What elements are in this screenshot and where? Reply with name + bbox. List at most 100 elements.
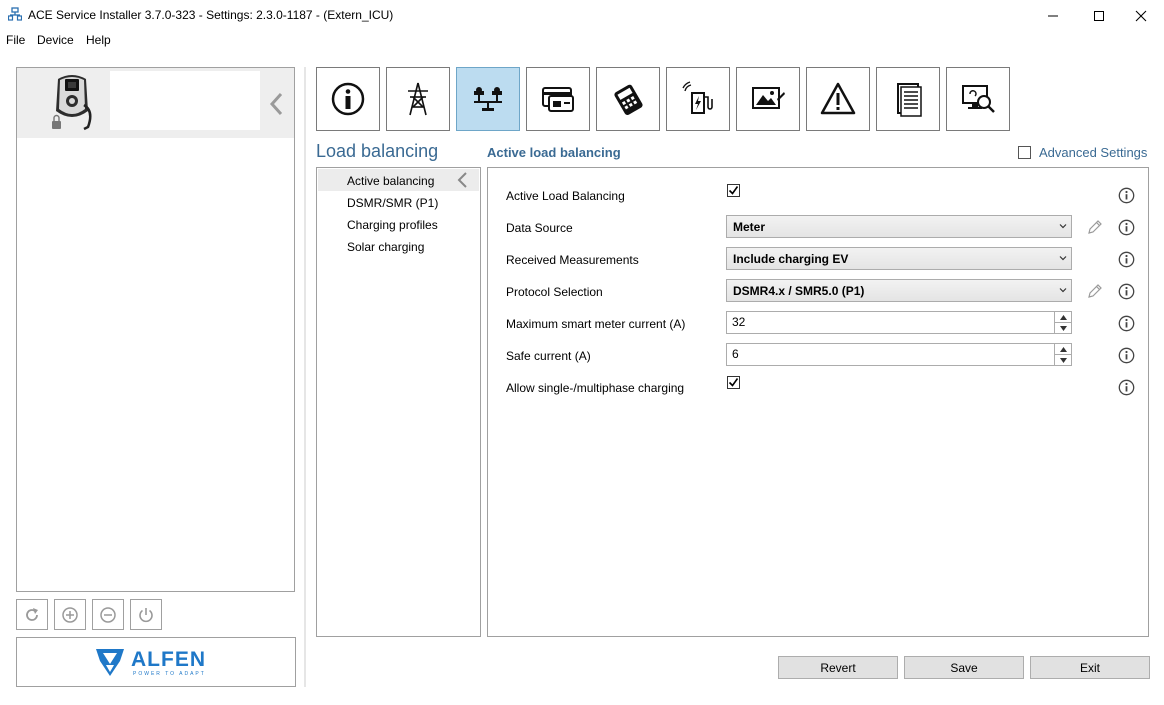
remove-device-button[interactable] xyxy=(92,599,124,630)
exit-button[interactable]: Exit xyxy=(1030,656,1150,679)
active-load-balancing-checkbox[interactable] xyxy=(727,184,740,197)
revert-button[interactable]: Revert xyxy=(778,656,898,679)
tab-documents[interactable] xyxy=(876,67,940,131)
charger-connectivity-icon xyxy=(682,81,713,114)
protocol-selection-edit-button[interactable] xyxy=(1087,283,1103,299)
data-source-info-button[interactable] xyxy=(1118,219,1135,236)
minimize-icon xyxy=(1048,15,1058,16)
received-measurements-label: Received Measurements xyxy=(506,253,639,267)
brand-logo-box: ALFEN POWER TO ADAPT xyxy=(16,637,296,687)
received-measurements-select[interactable]: Include charging EV xyxy=(726,247,1072,270)
info-icon xyxy=(1118,347,1135,364)
active-load-balancing-label: Active Load Balancing xyxy=(506,189,625,203)
collapse-panel-button[interactable] xyxy=(268,92,286,119)
stepper-up-button[interactable] xyxy=(1055,344,1071,355)
max-smart-meter-current-input[interactable]: 32 xyxy=(726,311,1072,334)
received-measurements-value: Include charging EV xyxy=(733,252,849,266)
tab-power-grid[interactable] xyxy=(386,67,450,131)
triangle-up-icon xyxy=(1059,346,1067,352)
load-balancing-icon xyxy=(474,87,502,111)
stepper-down-button[interactable] xyxy=(1055,355,1071,365)
info-icon xyxy=(1118,187,1135,204)
info-icon xyxy=(1118,379,1135,396)
nav-item-solar-charging[interactable]: Solar charging xyxy=(347,240,424,254)
plus-circle-icon xyxy=(62,606,78,623)
data-source-select[interactable]: Meter xyxy=(726,215,1072,238)
menu-device[interactable]: Device xyxy=(37,33,74,47)
max-smart-meter-current-value: 32 xyxy=(732,315,746,329)
nav-collapse-button[interactable] xyxy=(456,171,468,192)
monitor-diagnostics-icon xyxy=(962,85,995,113)
window-title: ACE Service Installer 3.7.0-323 - Settin… xyxy=(28,8,394,22)
stepper-down-button[interactable] xyxy=(1055,323,1071,333)
maximize-button[interactable] xyxy=(1076,0,1122,31)
safe-current-info-button[interactable] xyxy=(1118,347,1135,364)
display-image-icon xyxy=(752,87,785,109)
chevron-down-icon xyxy=(1059,256,1067,261)
alfen-logo-text: ALFEN xyxy=(131,648,206,671)
nav-item-charging-profiles[interactable]: Charging profiles xyxy=(347,218,438,232)
safe-current-input[interactable]: 6 xyxy=(726,343,1072,366)
max-smart-meter-current-info-button[interactable] xyxy=(1118,315,1135,332)
section-title: Active load balancing xyxy=(487,145,621,160)
protocol-selection-label: Protocol Selection xyxy=(506,285,603,299)
active-load-balancing-info-button[interactable] xyxy=(1118,187,1135,204)
advanced-settings-label[interactable]: Advanced Settings xyxy=(1039,145,1147,160)
stepper-up-button[interactable] xyxy=(1055,312,1071,323)
nav-item-active-balancing[interactable]: Active balancing xyxy=(347,174,434,188)
triangle-up-icon xyxy=(1059,314,1067,320)
close-icon xyxy=(1135,10,1147,21)
device-list-panel xyxy=(16,67,295,592)
power-icon xyxy=(139,607,153,622)
tab-load-balancing[interactable] xyxy=(456,67,520,131)
safe-current-stepper[interactable] xyxy=(1054,344,1071,365)
power-grid-icon xyxy=(408,82,428,116)
checkmark-icon xyxy=(728,186,739,195)
tab-payment[interactable] xyxy=(596,67,660,131)
chevron-down-icon xyxy=(1059,288,1067,293)
advanced-settings-checkbox[interactable] xyxy=(1018,146,1031,159)
max-smart-meter-current-stepper[interactable] xyxy=(1054,312,1071,333)
save-button[interactable]: Save xyxy=(904,656,1024,679)
protocol-selection-value: DSMR4.x / SMR5.0 (P1) xyxy=(733,284,865,298)
protocol-selection-info-button[interactable] xyxy=(1118,283,1135,300)
tab-display-image[interactable] xyxy=(736,67,800,131)
refresh-button[interactable] xyxy=(16,599,48,630)
received-measurements-info-button[interactable] xyxy=(1118,251,1135,268)
power-button[interactable] xyxy=(130,599,162,630)
tab-cards[interactable] xyxy=(526,67,590,131)
app-icon xyxy=(7,7,23,21)
document-icon xyxy=(897,83,922,117)
minus-circle-icon xyxy=(100,606,116,623)
panel-splitter[interactable] xyxy=(304,67,306,687)
info-icon xyxy=(1118,283,1135,300)
pencil-icon xyxy=(1088,220,1102,234)
info-icon xyxy=(1118,251,1135,268)
info-icon xyxy=(1118,315,1135,332)
tab-info[interactable] xyxy=(316,67,380,131)
allow-phase-charging-checkbox[interactable] xyxy=(727,376,740,389)
alfen-logo-mark xyxy=(96,649,124,676)
close-button[interactable] xyxy=(1118,0,1164,31)
minimize-button[interactable] xyxy=(1030,0,1076,31)
max-smart-meter-current-label: Maximum smart meter current (A) xyxy=(506,317,686,331)
allow-phase-charging-info-button[interactable] xyxy=(1118,379,1135,396)
menu-bar xyxy=(0,31,1164,51)
tab-diagnostics[interactable] xyxy=(946,67,1010,131)
menu-file[interactable]: File xyxy=(6,33,25,47)
data-source-edit-button[interactable] xyxy=(1087,219,1103,235)
device-name-box xyxy=(110,71,260,130)
tab-warnings[interactable] xyxy=(806,67,870,131)
safe-current-label: Safe current (A) xyxy=(506,349,591,363)
checkmark-icon xyxy=(728,378,739,387)
data-source-value: Meter xyxy=(733,220,766,234)
allow-phase-charging-label: Allow single-/multiphase charging xyxy=(506,381,685,395)
menu-help[interactable]: Help xyxy=(86,33,111,47)
pencil-icon xyxy=(1088,284,1102,298)
alfen-logo-tagline: POWER TO ADAPT xyxy=(133,671,206,677)
tab-charger-connectivity[interactable] xyxy=(666,67,730,131)
protocol-selection-select[interactable]: DSMR4.x / SMR5.0 (P1) xyxy=(726,279,1072,302)
add-device-button[interactable] xyxy=(54,599,86,630)
nav-item-dsmr-smr[interactable]: DSMR/SMR (P1) xyxy=(347,196,438,210)
payment-terminal-icon xyxy=(614,84,643,116)
